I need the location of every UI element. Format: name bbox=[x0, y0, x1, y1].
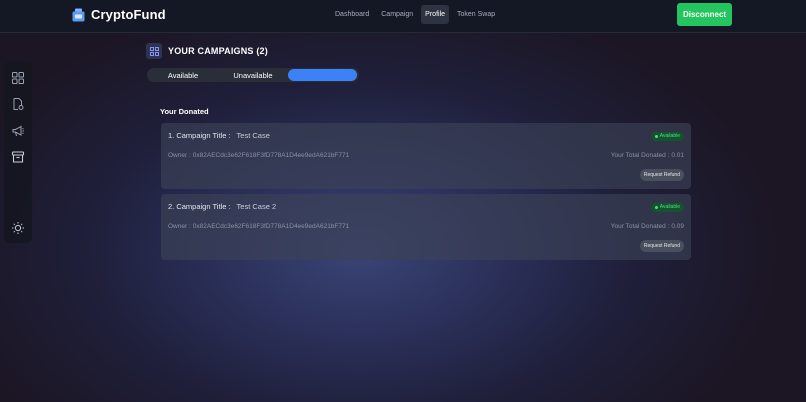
campaigns-header: YOUR CAMPAIGNS (2) bbox=[146, 43, 268, 59]
owner-info: Owner :0x82AECdc3e62F618F3fD778A1D4ee9ed… bbox=[168, 223, 349, 230]
campaign-title-value: Test Case 2 bbox=[236, 202, 277, 211]
disconnect-button[interactable]: Disconnect bbox=[677, 3, 732, 26]
request-refund-button[interactable]: Request Refund bbox=[639, 240, 684, 252]
campaign-card: 1. Campaign Title : Test Case Available O… bbox=[161, 123, 691, 189]
main-nav: Dashboard Campaign Profile Token Swap bbox=[331, 5, 499, 24]
nav-campaign[interactable]: Campaign bbox=[377, 5, 417, 24]
brand-name: CryptoFund bbox=[91, 7, 166, 22]
owner-address: 0x82AECdc3e62F618F3fD778A1D4ee9edA621bF7… bbox=[192, 223, 350, 230]
campaign-title-value: Test Case bbox=[236, 131, 270, 140]
total-donated: Your Total Donated :0.09 bbox=[611, 223, 684, 230]
status-badge: Available bbox=[650, 132, 684, 141]
total-amount: 0.09 bbox=[671, 223, 684, 230]
owner-info: Owner :0x82AECdc3e62F618F3fD778A1D4ee9ed… bbox=[168, 152, 349, 159]
nav-profile[interactable]: Profile bbox=[421, 5, 450, 24]
megaphone-icon[interactable] bbox=[11, 124, 25, 138]
sun-icon[interactable] bbox=[11, 221, 25, 235]
sidebar bbox=[4, 61, 32, 243]
grid-icon[interactable] bbox=[11, 71, 25, 85]
total-donated: Your Total Donated :0.01 bbox=[611, 152, 684, 159]
status-text: Available bbox=[659, 204, 680, 210]
nav-token-swap[interactable]: Token Swap bbox=[453, 5, 499, 24]
campaign-title-label: 1. Campaign Title : bbox=[168, 131, 231, 140]
tab-unavailable[interactable]: Unavailable bbox=[219, 71, 287, 80]
campaign-title: 2. Campaign Title : Test Case 2 bbox=[168, 202, 276, 211]
campaign-title: 1. Campaign Title : Test Case bbox=[168, 131, 270, 140]
campaign-card: 2. Campaign Title : Test Case 2 Available… bbox=[161, 194, 691, 260]
status-dot-icon bbox=[654, 206, 658, 209]
total-amount: 0.01 bbox=[671, 152, 684, 159]
status-dot-icon bbox=[654, 135, 658, 138]
campaign-title-label: 2. Campaign Title : bbox=[168, 202, 231, 211]
tab-slider[interactable] bbox=[288, 69, 357, 81]
campaigns-icon bbox=[146, 43, 162, 59]
page-title: YOUR CAMPAIGNS (2) bbox=[168, 46, 268, 56]
archive-icon[interactable] bbox=[11, 150, 25, 164]
owner-label: Owner : bbox=[168, 152, 191, 159]
availability-tabs: Available Unavailable bbox=[147, 68, 359, 82]
document-settings-icon[interactable] bbox=[11, 97, 25, 111]
status-badge: Available bbox=[650, 203, 684, 212]
donated-heading: Your Donated bbox=[160, 107, 209, 116]
nav-dashboard[interactable]: Dashboard bbox=[331, 5, 373, 24]
fund-jar-icon bbox=[72, 8, 85, 21]
brand[interactable]: CryptoFund bbox=[72, 7, 166, 22]
owner-address: 0x82AECdc3e62F618F3fD778A1D4ee9edA621bF7… bbox=[192, 152, 350, 159]
status-text: Available bbox=[659, 133, 680, 139]
top-bar: CryptoFund Dashboard Campaign Profile To… bbox=[0, 0, 806, 33]
request-refund-button[interactable]: Request Refund bbox=[639, 169, 684, 181]
owner-label: Owner : bbox=[168, 223, 191, 230]
total-label: Your Total Donated : bbox=[610, 152, 670, 159]
total-label: Your Total Donated : bbox=[610, 223, 670, 230]
tab-available[interactable]: Available bbox=[147, 71, 219, 80]
